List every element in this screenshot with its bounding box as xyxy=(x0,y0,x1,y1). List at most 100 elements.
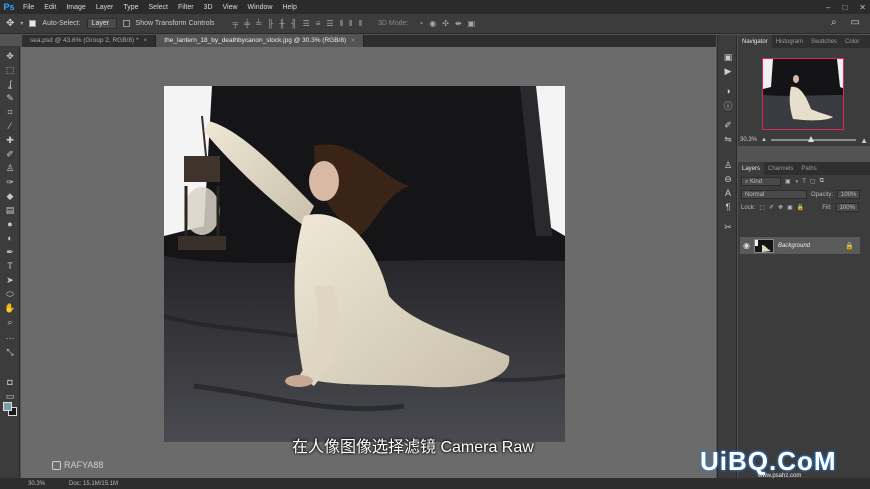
status-zoom[interactable]: 30.3% xyxy=(28,481,45,487)
lock-brush-icon[interactable]: ✐ xyxy=(769,204,774,211)
3d-slide-icon[interactable]: ⇼ xyxy=(455,19,462,28)
opacity-input[interactable]: 100% xyxy=(837,190,861,199)
history-panel-icon[interactable]: ▣ xyxy=(722,51,734,63)
path-select-tool-icon[interactable]: ➤ xyxy=(3,274,17,286)
3d-roll-icon[interactable]: ◉ xyxy=(429,19,436,28)
move-tool-icon[interactable]: ✥ xyxy=(3,50,17,62)
filter-smart-icon[interactable]: ⧉ xyxy=(820,178,824,185)
align-bottom-icon[interactable]: ╧ xyxy=(256,19,262,29)
distribute-left-icon[interactable]: ⦀ xyxy=(340,19,344,29)
brushes-panel-icon[interactable]: ✐ xyxy=(722,119,734,131)
auto-select-dropdown[interactable]: Layer xyxy=(86,18,117,29)
3d-scale-icon[interactable]: ▣ xyxy=(468,19,476,28)
healing-brush-tool-icon[interactable]: ✚ xyxy=(3,134,17,146)
filter-pixel-icon[interactable]: ▣ xyxy=(785,178,791,185)
blend-mode-dropdown[interactable]: Normal xyxy=(741,190,807,199)
zoom-slider-handle[interactable] xyxy=(808,136,815,142)
lock-all-icon[interactable]: 🔒 xyxy=(797,204,804,211)
layer-background[interactable]: ◉ Background 🔒 xyxy=(740,237,860,254)
3d-pan-icon[interactable]: ✣ xyxy=(442,19,449,28)
distribute-vcenter-icon[interactable]: ≡ xyxy=(316,19,321,29)
distribute-top-icon[interactable]: ☰ xyxy=(303,19,310,29)
navigator-thumbnail[interactable] xyxy=(762,58,844,130)
zoom-out-icon[interactable]: ▲ xyxy=(761,137,767,143)
properties-panel-icon[interactable]: ⇋ xyxy=(722,133,734,145)
actions-panel-icon[interactable]: ▶ xyxy=(722,65,734,77)
more-tools-icon[interactable]: ··· xyxy=(3,332,17,344)
gradient-tool-icon[interactable]: ▤ xyxy=(3,204,17,216)
tab-lantern-jpg[interactable]: the_lantern_18_by_deathbycanon_stock.jpg… xyxy=(156,35,364,47)
canvas-area[interactable] xyxy=(21,47,716,478)
document-image[interactable] xyxy=(164,86,565,442)
layer-name[interactable]: Background xyxy=(778,243,810,249)
align-right-icon[interactable]: ╢ xyxy=(291,19,297,29)
eyedropper-tool-icon[interactable]: ⁄ xyxy=(3,120,17,132)
menu-help[interactable]: Help xyxy=(277,4,301,11)
info-panel-icon[interactable]: ⓘ xyxy=(722,99,734,111)
close-icon[interactable]: × xyxy=(143,37,147,44)
clone-source-panel-icon[interactable]: ♙ xyxy=(722,159,734,171)
menu-window[interactable]: Window xyxy=(243,4,278,11)
history-brush-tool-icon[interactable]: ✑ xyxy=(3,176,17,188)
lock-position-icon[interactable]: ✥ xyxy=(778,204,783,211)
tab-channels[interactable]: Channels xyxy=(764,162,797,175)
close-button[interactable]: ✕ xyxy=(859,3,866,12)
eye-icon[interactable]: ◉ xyxy=(743,241,750,250)
shape-tool-icon[interactable]: ⬭ xyxy=(3,288,17,300)
eraser-tool-icon[interactable]: ◆ xyxy=(3,190,17,202)
move-tool-icon[interactable]: ✥ xyxy=(6,18,14,29)
distribute-right-icon[interactable]: ⦀ xyxy=(358,19,362,29)
lock-pixels-icon[interactable]: ⬚ xyxy=(759,204,765,211)
type-tool-icon[interactable]: T xyxy=(3,260,17,272)
filter-adjust-icon[interactable]: ◑ xyxy=(795,179,799,185)
menu-edit[interactable]: Edit xyxy=(39,4,61,11)
tab-navigator[interactable]: Navigator xyxy=(738,35,772,48)
tab-layers[interactable]: Layers xyxy=(738,162,765,175)
adjustments-panel-icon[interactable]: ⊖ xyxy=(722,173,734,185)
color-panel-icon[interactable]: ◑ xyxy=(722,85,734,97)
align-vcenter-icon[interactable]: ╪ xyxy=(244,19,250,29)
zoom-in-icon[interactable]: ▲ xyxy=(860,136,868,145)
search-icon[interactable]: ⌕ xyxy=(831,17,837,28)
menu-view[interactable]: View xyxy=(218,4,243,11)
filter-type-icon[interactable]: T xyxy=(802,179,806,185)
swap-colors-icon[interactable]: ⤡ xyxy=(3,346,17,358)
hand-tool-icon[interactable]: ✋ xyxy=(3,302,17,314)
show-transform-checkbox[interactable] xyxy=(122,20,130,27)
fill-input[interactable]: 100% xyxy=(835,203,859,212)
tab-sea-psd[interactable]: sea.psd @ 43.6% (Group 2, RGB/8) * × xyxy=(22,35,157,47)
crop-tool-icon[interactable]: ⌗ xyxy=(3,106,17,118)
3d-rotate-icon[interactable]: ◔ xyxy=(418,19,423,28)
minimize-button[interactable]: – xyxy=(826,3,830,12)
brush-tool-icon[interactable]: ✐ xyxy=(3,148,17,160)
character-panel-icon[interactable]: A xyxy=(722,187,734,199)
menu-file[interactable]: File xyxy=(18,4,39,11)
align-left-icon[interactable]: ╟ xyxy=(268,19,274,29)
pen-tool-icon[interactable]: ✒ xyxy=(3,246,17,258)
lock-artboard-icon[interactable]: ▣ xyxy=(787,204,793,211)
clone-stamp-tool-icon[interactable]: ♙ xyxy=(3,162,17,174)
menu-select[interactable]: Select xyxy=(144,4,173,11)
filter-shape-icon[interactable]: ▢ xyxy=(810,178,816,185)
foreground-color-swatch[interactable] xyxy=(3,402,12,411)
workspace-icon[interactable]: ▭ xyxy=(851,17,860,28)
dodge-tool-icon[interactable]: ◐ xyxy=(3,232,17,244)
tab-histogram[interactable]: Histogram xyxy=(772,35,807,48)
marquee-tool-icon[interactable]: ⬚ xyxy=(3,64,17,76)
menu-image[interactable]: Image xyxy=(61,4,90,11)
zoom-tool-icon[interactable]: ⌕ xyxy=(3,316,17,328)
distribute-bottom-icon[interactable]: ☰ xyxy=(326,19,333,29)
menu-3d[interactable]: 3D xyxy=(199,4,218,11)
align-hcenter-icon[interactable]: ╫ xyxy=(279,19,285,29)
tab-paths[interactable]: Paths xyxy=(797,162,820,175)
tab-swatches[interactable]: Swatches xyxy=(807,35,841,48)
quick-select-tool-icon[interactable]: ✎ xyxy=(3,92,17,104)
close-icon[interactable]: × xyxy=(351,37,355,44)
distribute-hcenter-icon[interactable]: ⫴ xyxy=(349,19,352,29)
menu-type[interactable]: Type xyxy=(118,4,143,11)
screen-mode-icon[interactable]: ▭ xyxy=(3,390,17,402)
kind-filter-dropdown[interactable]: ⌕ Kind xyxy=(741,177,781,186)
paragraph-panel-icon[interactable]: ¶ xyxy=(722,201,734,213)
menu-filter[interactable]: Filter xyxy=(173,4,199,11)
auto-select-checkbox[interactable] xyxy=(29,20,37,27)
